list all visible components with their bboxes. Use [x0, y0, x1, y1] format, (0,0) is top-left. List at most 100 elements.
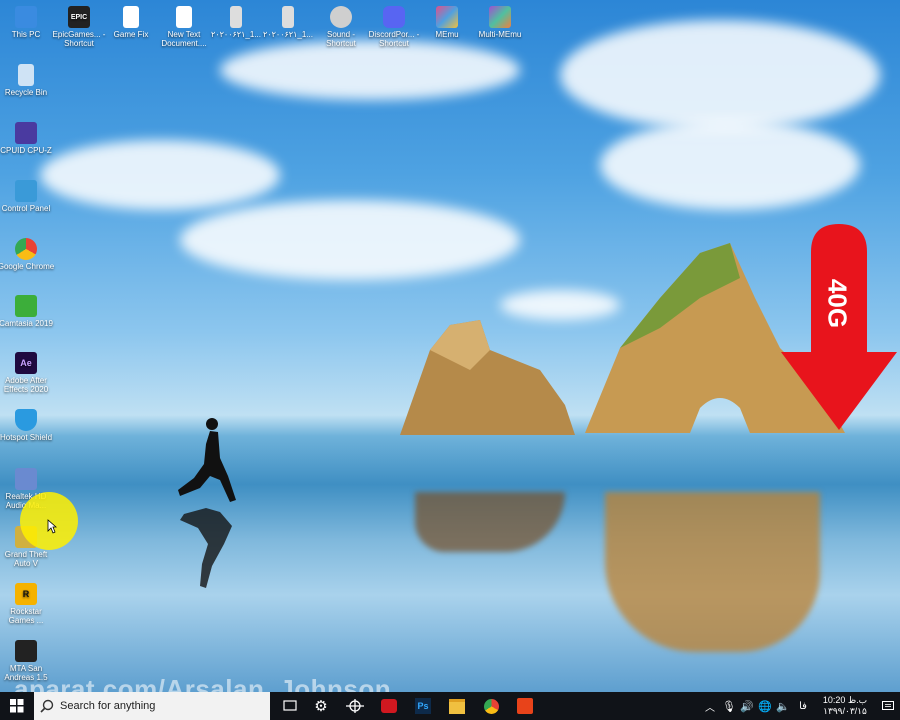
icon-label: Rockstar Games ...	[8, 607, 44, 625]
memu-icon	[436, 6, 458, 28]
desktop-icon-new-text-document[interactable]: New Text Document....	[155, 6, 213, 48]
task-view-button[interactable]	[276, 692, 304, 720]
tray-volume[interactable]: 🔊	[738, 692, 756, 720]
text-document-icon	[176, 6, 192, 28]
sea-rock-small	[400, 320, 575, 435]
rock-reflection	[415, 492, 565, 552]
after-effects-icon: Ae	[15, 352, 37, 374]
cloud	[40, 140, 280, 210]
action-center-button[interactable]	[876, 692, 900, 720]
taskbar-file-explorer[interactable]	[440, 692, 474, 720]
multi-memu-icon	[489, 6, 511, 28]
desktop-icon-after-effects[interactable]: Ae Adobe After Effects 2020	[0, 352, 55, 394]
notification-icon	[882, 700, 894, 710]
desktop-icon-sound-shortcut[interactable]: Sound - Shortcut	[312, 6, 370, 48]
tray-microphone[interactable]: 🎙	[720, 692, 738, 720]
desktop-icon-multi-memu[interactable]: Multi-MEmu	[471, 6, 529, 39]
runner-silhouette	[178, 418, 236, 588]
desktop-icon-recycle-bin[interactable]: Recycle Bin	[0, 64, 55, 97]
taskbar-photoshop[interactable]: Ps	[406, 692, 440, 720]
icon-label: Control Panel	[1, 204, 51, 213]
desktop-icon-discord[interactable]: DiscordPor... - Shortcut	[365, 6, 423, 48]
file-explorer-icon	[449, 698, 465, 714]
icon-label: Recycle Bin	[4, 88, 48, 97]
monitor-icon	[15, 6, 37, 28]
desktop-wallpaper[interactable]: This PC EPIC EpicGames... - Shortcut Gam…	[0, 0, 900, 692]
desktop-icon-epic-games[interactable]: EPIC EpicGames... - Shortcut	[50, 6, 108, 48]
icon-label: Hotspot Shield	[0, 433, 53, 442]
realtek-audio-icon	[15, 468, 37, 490]
desktop-icon-phone-image-2[interactable]: ۲۰۲۰۰۶۲۱_1...	[259, 6, 317, 39]
desktop-icon-cpuz[interactable]: CPUID CPU-Z	[0, 122, 55, 155]
rockstar-icon: R	[15, 583, 37, 605]
control-panel-icon	[15, 180, 37, 202]
phone-image-icon	[230, 6, 242, 28]
icon-label: Game Fix	[113, 30, 149, 39]
watermark-text: aparat.com/Arsalan_Johnson	[14, 674, 392, 692]
tray-language[interactable]: فا	[792, 692, 814, 720]
sound-icon	[330, 6, 352, 28]
photoshop-icon: Ps	[415, 698, 431, 714]
desktop-icon-rockstar[interactable]: R Rockstar Games ...	[0, 583, 55, 625]
taskbar-search-box[interactable]: Search for anything	[34, 692, 270, 720]
icon-label: EpicGames... - Shortcut	[52, 30, 106, 48]
show-hidden-icons-button[interactable]: ︿	[700, 692, 720, 720]
windows-logo-icon	[10, 699, 24, 713]
taskbar-settings[interactable]: ⚙	[304, 692, 338, 720]
desktop-icon-camtasia[interactable]: Camtasia 2019	[0, 295, 55, 328]
tray-network[interactable]: 🌐	[756, 692, 774, 720]
arrow-label: 40G	[822, 278, 853, 329]
chrome-icon	[15, 238, 37, 260]
icon-label: ۲۰۲۰۰۶۲۱_1...	[211, 30, 261, 39]
desktop-icon-game-fix[interactable]: Game Fix	[102, 6, 160, 39]
icon-label: DiscordPor... - Shortcut	[368, 30, 420, 48]
task-view-icon	[283, 700, 297, 711]
icon-label: Google Chrome	[0, 262, 55, 271]
icon-label: Adobe After Effects 2020	[3, 376, 49, 394]
clock-time: 10:20 ب.ظ	[822, 695, 868, 705]
mta-icon	[15, 640, 37, 662]
desktop-icon-memu[interactable]: MEmu	[418, 6, 476, 39]
taskbar-red-app[interactable]	[372, 692, 406, 720]
tray-clock[interactable]: 10:20 ب.ظ ۱۳۹۹/۰۳/۱۵	[814, 695, 876, 717]
taskbar-network-app[interactable]	[338, 692, 372, 720]
cloud	[220, 40, 520, 100]
globe-icon: 🌐	[758, 700, 772, 713]
desktop-icon-phone-image-1[interactable]: ۲۰۲۰۰۶۲۱_1...	[207, 6, 265, 39]
taskbar-camtasia[interactable]	[508, 692, 542, 720]
cloud	[180, 200, 520, 280]
cloud	[600, 120, 860, 210]
icon-label: ۲۰۲۰۰۶۲۱_1...	[263, 30, 313, 39]
rock-reflection	[605, 492, 820, 652]
camtasia-icon	[517, 698, 533, 714]
settings-icon: ⚙	[314, 698, 328, 715]
taskbar-chrome[interactable]	[474, 692, 508, 720]
recycle-bin-icon	[18, 64, 34, 86]
desktop-icon-hotspot-shield[interactable]: Hotspot Shield	[0, 409, 55, 442]
icon-label: Camtasia 2019	[0, 319, 53, 328]
icon-label: This PC	[11, 30, 41, 39]
start-button[interactable]	[0, 692, 34, 720]
mouse-cursor-icon	[47, 519, 57, 534]
file-icon	[123, 6, 139, 28]
chrome-icon	[483, 698, 499, 714]
icon-label: Sound - Shortcut	[326, 30, 356, 48]
icon-label: MEmu	[435, 30, 459, 39]
discord-icon	[383, 6, 405, 28]
desktop-icon-google-chrome[interactable]: Google Chrome	[0, 238, 55, 271]
tray-speaker[interactable]: 🔈	[774, 692, 792, 720]
icon-label: CPUID CPU-Z	[0, 146, 52, 155]
search-placeholder: Search for anything	[60, 700, 156, 712]
cloud	[560, 20, 880, 130]
taskbar: Search for anything ⚙ Ps ︿ 🎙 🔊 🌐 🔈 فا 10…	[0, 692, 900, 720]
clock-date: ۱۳۹۹/۰۳/۱۵	[823, 706, 867, 716]
desktop-icon-control-panel[interactable]: Control Panel	[0, 180, 55, 213]
speaker-icon: 🔈	[776, 700, 790, 713]
icon-label: Multi-MEmu	[478, 30, 522, 39]
cpuz-icon	[15, 122, 37, 144]
language-indicator: فا	[799, 700, 807, 712]
hotspot-shield-icon	[15, 409, 37, 431]
phone-image-icon	[282, 6, 294, 28]
icon-label: Grand Theft Auto V	[4, 550, 48, 568]
desktop-icon-this-pc[interactable]: This PC	[0, 6, 55, 39]
